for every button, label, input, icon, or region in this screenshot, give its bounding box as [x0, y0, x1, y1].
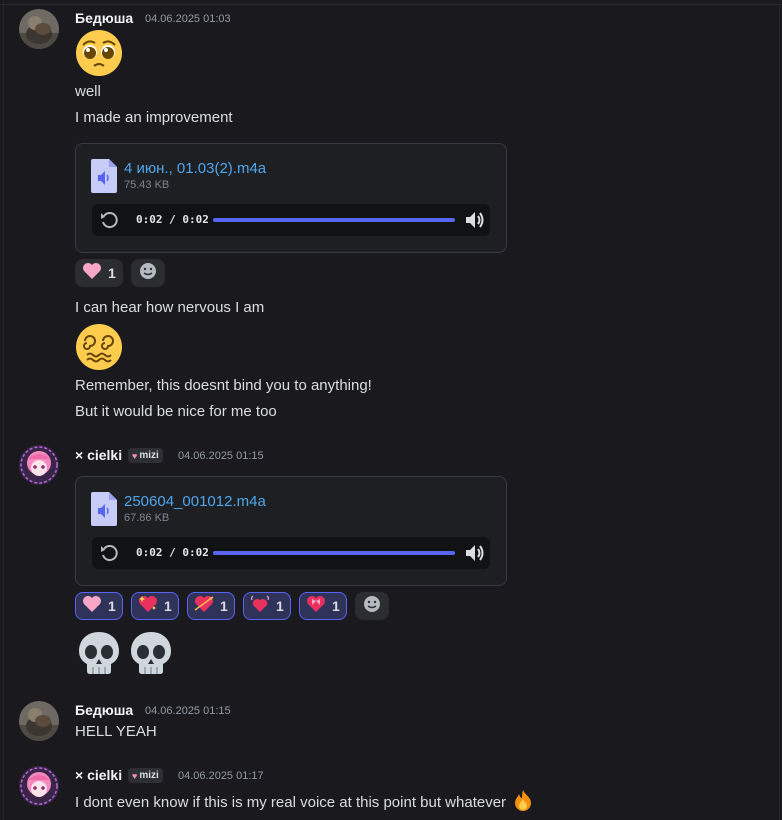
audio-attachment: 4 июн., 01.03(2).m4a 75.43 KB 0:02 / 0:0…	[75, 143, 507, 253]
heart-icon: ♥	[132, 770, 138, 781]
message-text-content: I dont even know if this is my real voic…	[75, 794, 507, 811]
guild-tag-label: mizi	[139, 770, 159, 781]
pleading-face-emoji-icon	[75, 29, 123, 77]
message-timestamp: 04.06.2025 01:15	[145, 705, 231, 717]
audio-time: 0:02 / 0:02	[136, 546, 209, 559]
audio-time: 0:02 / 0:02	[136, 213, 209, 226]
audio-player: 0:02 / 0:02	[92, 537, 490, 569]
attachment-file-size: 75.43 KB	[124, 179, 170, 191]
avatar-bedyusha[interactable]	[19, 701, 59, 741]
audio-progress-fill	[213, 551, 455, 555]
avatar-cielki[interactable]	[19, 445, 59, 485]
top-divider	[0, 4, 782, 5]
attachment-file-size: 67.86 KB	[124, 512, 170, 524]
dizzy-face-emoji-icon	[75, 323, 123, 371]
replay-icon[interactable]	[99, 543, 119, 563]
volume-icon[interactable]	[463, 542, 485, 564]
message-text: I can hear how nervous I am	[75, 299, 265, 316]
message-timestamp: 04.06.2025 01:15	[178, 450, 264, 462]
guild-tag-badge[interactable]: ♥ mizi	[128, 448, 163, 463]
author-name[interactable]: × cielki	[75, 447, 122, 463]
right-border	[779, 0, 780, 820]
message-text: But it would be nice for me too	[75, 403, 277, 420]
guild-tag-label: mizi	[139, 450, 159, 461]
reaction-count: 1	[220, 598, 228, 614]
reaction-pink-heart[interactable]: 1	[75, 592, 123, 620]
message-timestamp: 04.06.2025 01:17	[178, 770, 264, 782]
reaction-count: 1	[276, 598, 284, 614]
message-text: HELL YEAH	[75, 723, 157, 740]
reaction-count: 1	[332, 598, 340, 614]
reaction-count: 1	[164, 598, 172, 614]
heart-icon: ♥	[132, 450, 138, 461]
reaction-growing-heart[interactable]: 1	[243, 592, 291, 620]
author-name[interactable]: Бедюша	[75, 702, 133, 718]
reaction-heart-with-arrow[interactable]: 1	[187, 592, 235, 620]
left-border	[3, 0, 4, 820]
avatar-bedyusha[interactable]	[19, 9, 59, 49]
fire-icon	[512, 789, 534, 815]
audio-progress-bar[interactable]	[213, 551, 455, 555]
attachment-file-name[interactable]: 250604_001012.m4a	[124, 493, 266, 510]
pink-heart-icon	[82, 595, 102, 618]
smiley-icon	[363, 595, 381, 618]
reaction-count: 1	[108, 265, 116, 281]
attachment-file-name[interactable]: 4 июн., 01.03(2).m4a	[124, 160, 266, 177]
avatar-cielki[interactable]	[19, 766, 59, 806]
skull-emoji-icon	[127, 629, 175, 677]
message-text: I dont even know if this is my real voic…	[75, 789, 534, 815]
audio-file-icon	[91, 159, 117, 193]
growing-heart-icon	[250, 594, 270, 618]
heart-with-ribbon-icon	[306, 595, 326, 618]
smiley-icon	[139, 262, 157, 285]
author-name[interactable]: Бедюша	[75, 10, 133, 26]
volume-icon[interactable]	[463, 209, 485, 231]
audio-player: 0:02 / 0:02	[92, 204, 490, 236]
add-reaction-button[interactable]	[131, 259, 165, 287]
message-text: Remember, this doesnt bind you to anythi…	[75, 377, 372, 394]
author-name[interactable]: × cielki	[75, 767, 122, 783]
audio-attachment: 250604_001012.m4a 67.86 KB 0:02 / 0:02	[75, 476, 507, 586]
sparkling-heart-icon	[138, 595, 158, 618]
message-text: I made an improvement	[75, 109, 233, 126]
audio-progress-fill	[213, 218, 455, 222]
reaction-sparkling-heart[interactable]: 1	[131, 592, 179, 620]
reaction-pink-heart[interactable]: 1	[75, 259, 123, 287]
add-reaction-button[interactable]	[355, 592, 389, 620]
guild-tag-badge[interactable]: ♥ mizi	[128, 768, 163, 783]
replay-icon[interactable]	[99, 210, 119, 230]
reaction-heart-with-ribbon[interactable]: 1	[299, 592, 347, 620]
reaction-count: 1	[108, 598, 116, 614]
heart-with-arrow-icon	[194, 595, 214, 618]
message-timestamp: 04.06.2025 01:03	[145, 13, 231, 25]
skull-emoji-icon	[75, 629, 123, 677]
audio-file-icon	[91, 492, 117, 526]
pink-heart-icon	[82, 262, 102, 285]
message-text: well	[75, 83, 101, 100]
audio-progress-bar[interactable]	[213, 218, 455, 222]
